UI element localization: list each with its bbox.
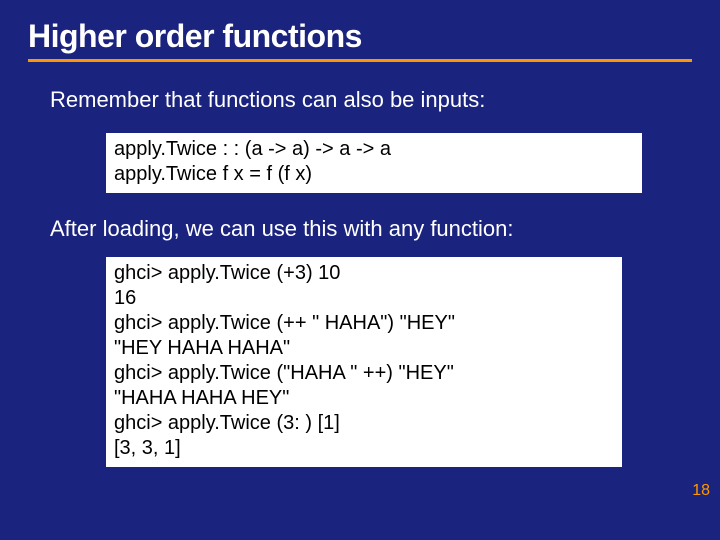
slide-title: Higher order functions [28,18,692,55]
slide: Higher order functions Remember that fun… [0,0,720,540]
intro-text: Remember that functions can also be inpu… [50,86,662,115]
code-block-1: apply.Twice : : (a -> a) -> a -> a apply… [106,133,642,193]
mid-text: After loading, we can use this with any … [50,215,662,244]
title-underline [28,59,692,62]
page-number: 18 [692,482,710,500]
code-block-2: ghci> apply.Twice (+3) 10 16 ghci> apply… [106,257,622,467]
